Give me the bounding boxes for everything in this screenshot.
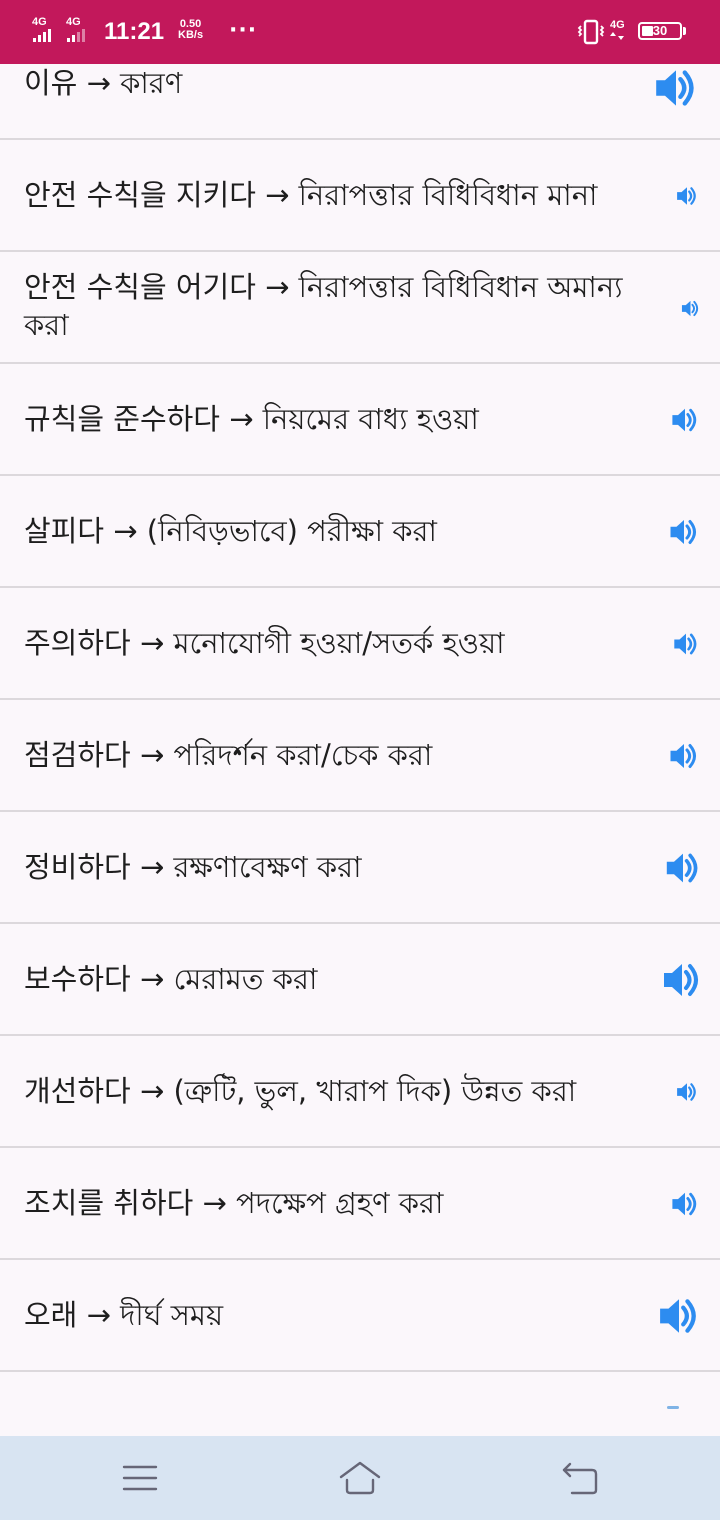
status-bar: 4G 4G 11:21 0.50 KB/s ··· 4G 30 bbox=[0, 0, 720, 64]
speaker-icon[interactable] bbox=[681, 299, 700, 318]
vocab-list[interactable]: 이유 → কারণ 안전 수칙을 지키다 → নিরাপত্তার বিধিবি… bbox=[0, 64, 720, 1436]
speaker-icon[interactable] bbox=[673, 631, 699, 657]
partial-speaker-icon bbox=[667, 1406, 679, 1409]
speaker-icon[interactable] bbox=[657, 1295, 701, 1337]
speed-unit: KB/s bbox=[178, 29, 204, 41]
item-text: 안전 수칙을 지키다 → নিরাপত্তার বিধিবিধান মানা bbox=[24, 178, 598, 212]
item-text: 조치를 취하다 → পদক্ষেপ গ্রহণ করা bbox=[24, 1186, 444, 1220]
item-text: 주의하다 → মনোযোগী হওয়া/সতর্ক হওয়া bbox=[24, 626, 505, 660]
more-notifications-icon: ··· bbox=[229, 18, 258, 43]
vibrate-icon bbox=[577, 19, 605, 45]
list-item[interactable]: 이유 → কারণ bbox=[0, 64, 720, 140]
back-icon[interactable] bbox=[558, 1458, 602, 1498]
list-item[interactable]: 개선하다 → (ত্রুটি, ভুল, খারাপ দিক) উন্নত কর… bbox=[0, 1036, 720, 1148]
item-text: 보수하다 → মেরামত করা bbox=[24, 962, 318, 996]
speaker-icon[interactable] bbox=[676, 185, 698, 207]
list-item[interactable]: 규칙을 준수하다 → নিয়মের বাধ্য হওয়া bbox=[0, 364, 720, 476]
list-item[interactable]: 보수하다 → মেরামত করা bbox=[0, 924, 720, 1036]
speaker-icon[interactable] bbox=[653, 66, 699, 110]
signal-icon: 4G bbox=[32, 16, 62, 46]
battery-tip bbox=[683, 27, 686, 35]
network-type: 4G bbox=[610, 19, 625, 31]
home-icon[interactable] bbox=[338, 1458, 382, 1498]
signal-icon: 4G bbox=[66, 16, 96, 46]
speaker-icon[interactable] bbox=[662, 960, 702, 1000]
battery-icon: 30 bbox=[638, 22, 682, 40]
network-type: 4G bbox=[32, 16, 47, 28]
speaker-icon[interactable] bbox=[670, 1190, 700, 1218]
battery-percent: 30 bbox=[652, 23, 668, 38]
clock: 11:21 bbox=[104, 18, 165, 45]
speaker-icon[interactable] bbox=[676, 1081, 698, 1103]
speaker-icon[interactable] bbox=[668, 741, 700, 771]
item-text: 살피다 → (নিবিড়ভাবে) পরীক্ষা করা bbox=[24, 514, 437, 548]
list-item[interactable]: 점검하다 → পরিদর্শন করা/চেক করা bbox=[0, 700, 720, 812]
list-item[interactable]: 조치를 취하다 → পদক্ষেপ গ্রহণ করা bbox=[0, 1148, 720, 1260]
speaker-icon[interactable] bbox=[668, 517, 700, 547]
menu-icon[interactable] bbox=[118, 1458, 162, 1498]
item-text: 이유 → কারণ bbox=[24, 66, 183, 100]
list-item[interactable] bbox=[0, 1372, 720, 1436]
list-item[interactable]: 안전 수칙을 지키다 → নিরাপত্তার বিধিবিধান মানা bbox=[0, 140, 720, 252]
navigation-bar bbox=[0, 1436, 720, 1520]
list-item[interactable]: 오래 → দীর্ঘ সময় bbox=[0, 1260, 720, 1372]
item-text: 점검하다 → পরিদর্শন করা/চেক করা bbox=[24, 738, 433, 772]
item-text: 정비하다 → রক্ষণাবেক্ষণ করা bbox=[24, 850, 362, 884]
network-speed: 0.50 KB/s bbox=[178, 19, 203, 41]
item-text: 규칙을 준수하다 → নিয়মের বাধ্য হওয়া bbox=[24, 402, 479, 436]
item-text: 개선하다 → (ত্রুটি, ভুল, খারাপ দিক) উন্নত কর… bbox=[24, 1074, 577, 1108]
list-item[interactable]: 주의하다 → মনোযোগী হওয়া/সতর্ক হওয়া bbox=[0, 588, 720, 700]
speaker-icon[interactable] bbox=[665, 850, 701, 886]
mobile-data-icon: 4G bbox=[610, 19, 625, 44]
item-text: 안전 수칙을 어기다 → নিরাপত্তার বিধিবিধান অমান্য… bbox=[24, 270, 623, 342]
list-item[interactable]: 정비하다 → রক্ষণাবেক্ষণ করা bbox=[0, 812, 720, 924]
data-activity-icon bbox=[610, 32, 625, 40]
speaker-icon[interactable] bbox=[670, 406, 700, 434]
list-item[interactable]: 안전 수칙을 어기다 → নিরাপত্তার বিধিবিধান অমান্য… bbox=[0, 252, 720, 364]
network-type: 4G bbox=[66, 16, 81, 28]
item-text: 오래 → দীর্ঘ সময় bbox=[24, 1298, 224, 1332]
list-item[interactable]: 살피다 → (নিবিড়ভাবে) পরীক্ষা করা bbox=[0, 476, 720, 588]
